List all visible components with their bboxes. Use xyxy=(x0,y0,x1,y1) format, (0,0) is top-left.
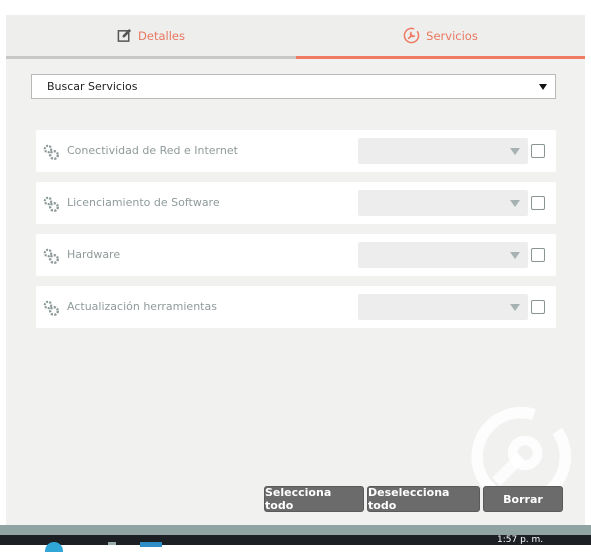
gears-icon xyxy=(43,248,59,264)
tab-servicios-label: Servicios xyxy=(426,28,478,43)
service-option-select[interactable] xyxy=(358,242,528,268)
tab-servicios[interactable]: Servicios xyxy=(296,15,585,59)
caret-down-icon xyxy=(510,304,520,311)
gears-icon xyxy=(43,196,59,212)
taskbar-clock[interactable]: 1:57 p. m. xyxy=(497,536,543,545)
service-checkbox[interactable] xyxy=(531,248,545,262)
service-row: Hardware xyxy=(36,234,556,276)
edit-icon xyxy=(117,28,132,42)
window-bottom-strip xyxy=(0,525,591,535)
service-option-select[interactable] xyxy=(358,138,528,164)
tab-detalles-label: Detalles xyxy=(138,28,185,43)
service-label: Actualización herramientas xyxy=(67,300,217,313)
gears-icon xyxy=(43,300,59,316)
tab-bar: Detalles Servicios xyxy=(6,15,585,59)
service-row: Licenciamiento de Software xyxy=(36,182,556,224)
service-option-select[interactable] xyxy=(358,294,528,320)
service-row: Conectividad de Red e Internet xyxy=(36,130,556,172)
select-all-button[interactable]: Selecciona todo xyxy=(264,486,364,512)
services-panel: Detalles Servicios Buscar Servicios Cone… xyxy=(6,15,585,525)
service-option-select[interactable] xyxy=(358,190,528,216)
service-checkbox[interactable] xyxy=(531,144,545,158)
deselect-all-button[interactable]: Deselecciona todo xyxy=(367,486,480,512)
search-services-value: Buscar Servicios xyxy=(47,80,138,93)
caret-down-icon xyxy=(510,148,520,155)
wrench-icon xyxy=(403,27,420,44)
dropdown-arrow-icon xyxy=(539,83,547,90)
search-services-select[interactable]: Buscar Servicios xyxy=(31,74,556,99)
tab-detalles[interactable]: Detalles xyxy=(6,15,296,59)
service-checkbox[interactable] xyxy=(531,196,545,210)
service-row: Actualización herramientas xyxy=(36,286,556,328)
caret-down-icon xyxy=(510,252,520,259)
service-checkbox[interactable] xyxy=(531,300,545,314)
clear-button[interactable]: Borrar xyxy=(483,486,563,512)
service-label: Conectividad de Red e Internet xyxy=(67,144,238,157)
gears-icon xyxy=(43,144,59,160)
caret-down-icon xyxy=(510,200,520,207)
service-label: Licenciamiento de Software xyxy=(67,196,220,209)
service-label: Hardware xyxy=(67,248,121,261)
